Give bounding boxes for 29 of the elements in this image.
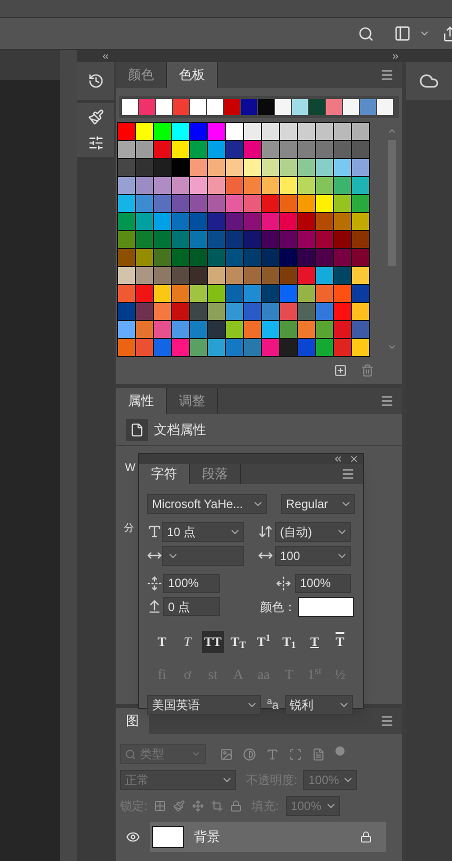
partial-label: W [125,461,136,476]
text-style-button[interactable]: T$_{T}$ [227,630,250,652]
text-style-button[interactable]: T$^{1}$ [252,630,275,652]
panel-tab[interactable]: 属性 [116,388,167,414]
text-style-button[interactable]: T$_{1}$ [278,630,300,652]
document-label: 文档属性 [154,420,206,439]
panel-tab[interactable]: 图 [116,708,149,734]
input-field[interactable]: 100% [295,574,351,592]
text-style-button[interactable]: TT [202,630,224,652]
panel-tab[interactable]: 色板 [167,62,218,88]
color-label: 颜色： [260,598,296,616]
dropdown[interactable]: (自动) [275,522,351,542]
dropdown[interactable]: Regular [281,494,355,514]
layer-name: 背景 [194,828,220,846]
antialias-label: $^{a}$a [267,696,279,714]
dropdown[interactable]: 100 [275,546,351,566]
text-style-button[interactable]: T [176,630,198,652]
text-style-button[interactable]: T [328,630,351,652]
input-field[interactable]: 100% [163,574,220,592]
dropdown[interactable]: Microsoft YaHe... [147,494,267,514]
dropdown[interactable]: 美国英语 [147,694,261,714]
layer-row[interactable]: 背景 [150,822,386,852]
text-style-button[interactable]: T [304,630,326,652]
dropdown[interactable]: 10 点 [162,522,244,542]
input-field[interactable]: 0 点 [163,597,220,616]
dropdown[interactable]: 锐利 [284,694,353,714]
panel-tab[interactable]: 字符 [139,464,190,484]
text-style-button[interactable]: T [151,630,173,652]
partial-label: 分 [124,522,134,536]
